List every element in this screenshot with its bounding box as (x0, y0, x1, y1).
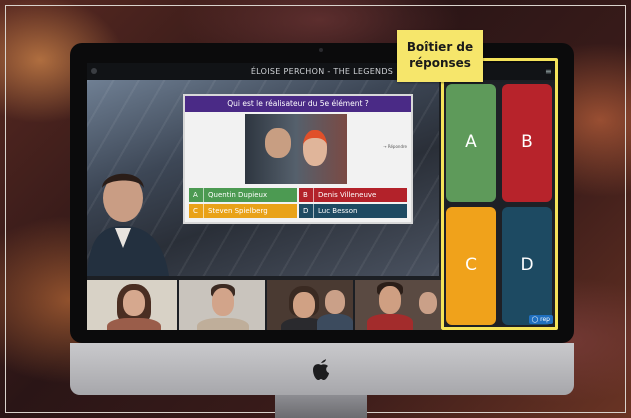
answer-option-a[interactable]: A Quentin Dupieux (189, 188, 297, 202)
answer-text: Steven Spielberg (208, 207, 268, 215)
answer-box-label: Boîtier de réponses (397, 30, 483, 82)
participant-thumbnail[interactable] (179, 280, 265, 330)
movie-still-image (245, 114, 347, 184)
participant-thumbnail[interactable] (267, 280, 353, 330)
answer-letter: B (303, 188, 314, 202)
host-video (87, 173, 169, 276)
participant-thumbnail[interactable] (87, 280, 177, 330)
window-title: ÉLOISE PERCHON - THE LEGENDS (250, 67, 394, 76)
quiz-side-note: → Répondre (383, 144, 407, 149)
answer-option-d[interactable]: D Luc Besson (299, 204, 407, 218)
participant-thumbnail[interactable] (355, 280, 441, 330)
answer-option-b[interactable]: B Denis Villeneuve (299, 188, 407, 202)
quiz-question: Qui est le réalisateur du 5e élément ? (185, 96, 411, 112)
actor-face (265, 128, 291, 158)
answer-text: Quentin Dupieux (208, 191, 268, 199)
answer-box-highlight (441, 58, 558, 330)
label-line-1: Boîtier de (406, 40, 474, 54)
actress-face (303, 130, 327, 166)
participant-strip (87, 280, 441, 330)
apple-logo-icon (313, 359, 329, 380)
webcam (319, 48, 323, 52)
monitor-stand (275, 395, 367, 418)
answer-option-c[interactable]: C Steven Spielberg (189, 204, 297, 218)
answer-text: Denis Villeneuve (318, 191, 377, 199)
answer-letter: D (303, 204, 314, 218)
window-control-icon[interactable] (91, 68, 97, 74)
label-line-2: réponses (409, 56, 471, 70)
answer-text: Luc Besson (318, 207, 358, 215)
answer-letter: C (193, 204, 204, 218)
quiz-card: Qui est le réalisateur du 5e élément ? →… (183, 94, 413, 224)
answer-letter: A (193, 188, 204, 202)
